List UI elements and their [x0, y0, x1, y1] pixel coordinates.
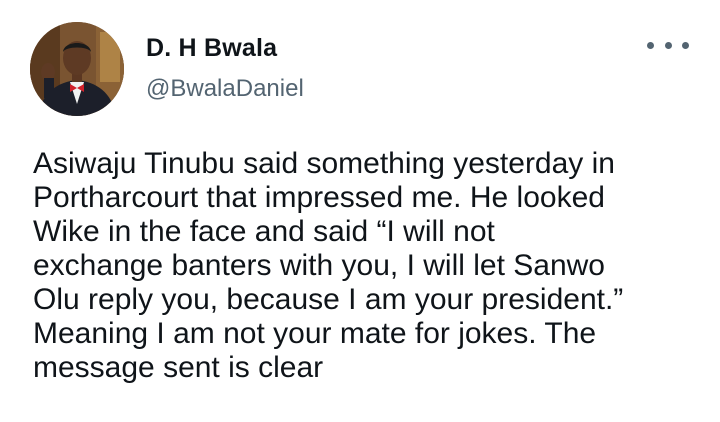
dot	[682, 41, 689, 49]
more-options-icon[interactable]	[647, 30, 689, 60]
dot	[664, 41, 672, 49]
author-name[interactable]: D. H Bwala	[146, 34, 277, 63]
dot	[647, 41, 654, 49]
author-handle[interactable]: @BwalaDaniel	[146, 75, 304, 103]
profile-photo-icon	[30, 22, 124, 116]
tweet-card: D. H Bwala @BwalaDaniel Asiwaju Tinubu s…	[0, 0, 720, 422]
avatar[interactable]	[30, 22, 124, 116]
tweet-text: Asiwaju Tinubu said something yesterday …	[33, 147, 624, 384]
